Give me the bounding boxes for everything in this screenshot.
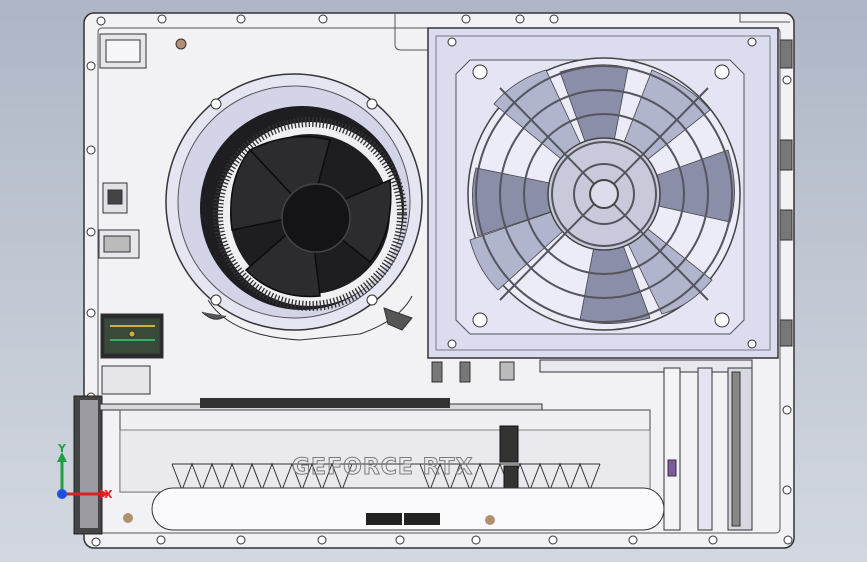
gpu-label: GEFORCE RTX [292, 455, 474, 480]
pc-case-model: GEFORCE RTX X Y [57, 12, 795, 549]
psu-fan-icon [467, 57, 741, 331]
y-axis-label: Y [57, 442, 67, 455]
x-axis-label: X [104, 488, 113, 501]
cad-viewport[interactable]: GEFORCE RTX X Y [0, 0, 867, 562]
graphics-card: GEFORCE RTX [73, 395, 665, 535]
